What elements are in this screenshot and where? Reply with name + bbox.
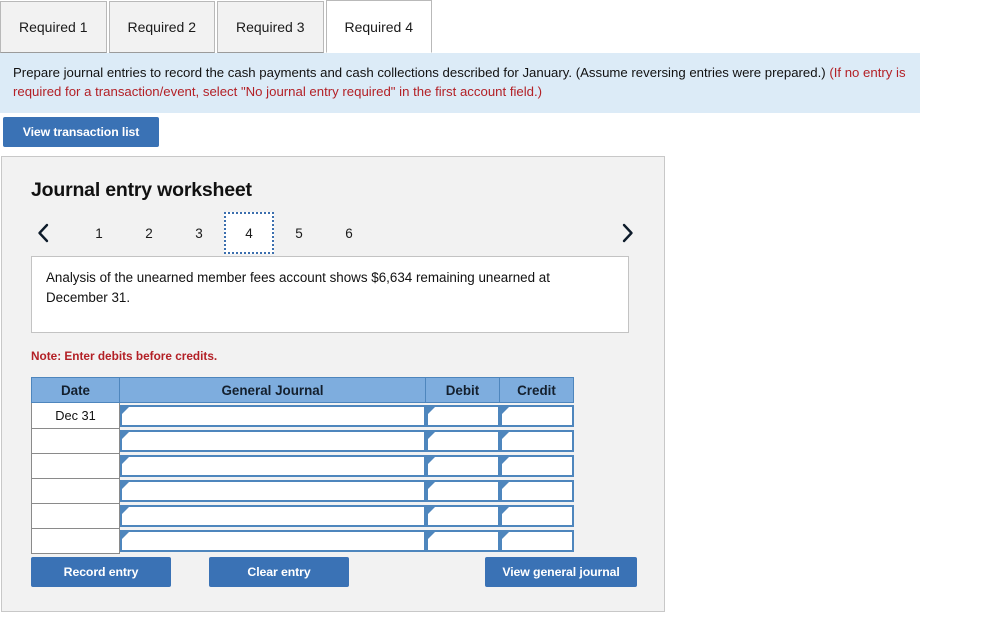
table-row (31, 477, 574, 504)
cell-general-journal (119, 453, 426, 478)
tab-label: Required 4 (344, 18, 414, 35)
pager-page-label: 4 (245, 225, 253, 241)
cell-general-journal (119, 478, 426, 503)
table-row (31, 527, 574, 554)
tab-required-1[interactable]: Required 1 (0, 1, 107, 53)
pager-page-3[interactable]: 3 (174, 212, 224, 254)
cell-date (31, 427, 120, 454)
journal-entry-table: Date General Journal Debit Credit Dec 31 (31, 377, 574, 554)
tab-label: Required 2 (127, 19, 197, 35)
pager-page-label: 5 (295, 225, 303, 241)
cell-general-journal (119, 402, 426, 428)
debit-field[interactable] (425, 429, 500, 452)
account-field[interactable] (120, 429, 426, 452)
view-transaction-list-button[interactable]: View transaction list (3, 117, 159, 147)
table-row (31, 427, 574, 454)
tab-label: Required 3 (236, 19, 305, 35)
account-field[interactable] (120, 454, 426, 477)
pager-page-2[interactable]: 2 (124, 212, 174, 254)
cell-credit (499, 528, 574, 553)
instruction-banner: Prepare journal entries to record the ca… (0, 53, 920, 113)
cell-date (31, 527, 120, 554)
tab-label: Required 1 (19, 19, 88, 35)
credit-field[interactable] (499, 454, 574, 477)
table-row (31, 502, 574, 529)
table-row: Dec 31 (31, 402, 574, 429)
account-field[interactable] (120, 504, 426, 527)
account-field[interactable] (120, 479, 426, 502)
credit-field[interactable] (499, 504, 574, 527)
chevron-left-icon[interactable] (30, 216, 56, 250)
record-entry-button[interactable]: Record entry (31, 557, 171, 587)
chevron-right-icon[interactable] (614, 216, 640, 250)
pager-page-6[interactable]: 6 (324, 212, 374, 254)
pager-page-label: 6 (345, 225, 353, 241)
pager-page-label: 3 (195, 225, 203, 241)
pager-page-4[interactable]: 4 (224, 212, 274, 254)
transaction-description-box: Analysis of the unearned member fees acc… (31, 256, 629, 333)
cell-date: Dec 31 (31, 402, 120, 429)
cell-debit (425, 402, 500, 428)
pager-page-5[interactable]: 5 (274, 212, 324, 254)
view-general-journal-button[interactable]: View general journal (485, 557, 637, 587)
cell-debit (425, 453, 500, 478)
tab-required-3[interactable]: Required 3 (217, 1, 324, 53)
cell-debit (425, 428, 500, 453)
tab-required-4[interactable]: Required 4 (325, 0, 432, 53)
debits-before-credits-note: Note: Enter debits before credits. (31, 349, 218, 363)
cell-general-journal (119, 503, 426, 528)
pager-page-list: 1 2 3 4 5 6 (74, 212, 374, 254)
instruction-main-text: Prepare journal entries to record the ca… (13, 65, 830, 80)
pager-page-label: 2 (145, 225, 153, 241)
cell-credit (499, 453, 574, 478)
debit-field[interactable] (425, 529, 500, 552)
table-body: Dec 31 (31, 402, 574, 554)
cell-debit (425, 478, 500, 503)
journal-entry-worksheet-panel: Journal entry worksheet 1 2 3 4 5 6 Anal… (1, 156, 665, 612)
worksheet-title: Journal entry worksheet (31, 179, 252, 201)
cell-debit (425, 528, 500, 553)
cell-credit (499, 428, 574, 453)
pager-page-label: 1 (95, 225, 103, 241)
column-header-general-journal: General Journal (119, 377, 426, 403)
column-header-date: Date (31, 377, 120, 403)
account-field[interactable] (120, 529, 426, 552)
credit-field[interactable] (499, 404, 574, 427)
worksheet-pager: 1 2 3 4 5 6 (22, 212, 642, 254)
cell-credit (499, 402, 574, 428)
debit-field[interactable] (425, 404, 500, 427)
cell-credit (499, 503, 574, 528)
debit-field[interactable] (425, 479, 500, 502)
cell-date (31, 452, 120, 479)
credit-field[interactable] (499, 429, 574, 452)
debit-field[interactable] (425, 454, 500, 477)
column-header-debit: Debit (425, 377, 500, 403)
clear-entry-button[interactable]: Clear entry (209, 557, 349, 587)
tab-required-2[interactable]: Required 2 (108, 1, 215, 53)
cell-date (31, 477, 120, 504)
credit-field[interactable] (499, 529, 574, 552)
column-header-credit: Credit (499, 377, 574, 403)
cell-general-journal (119, 428, 426, 453)
credit-field[interactable] (499, 479, 574, 502)
pager-page-1[interactable]: 1 (74, 212, 124, 254)
cell-credit (499, 478, 574, 503)
journal-entry-page: Required 1 Required 2 Required 3 Require… (0, 0, 1000, 623)
required-tabs: Required 1 Required 2 Required 3 Require… (0, 0, 920, 53)
account-field[interactable] (120, 404, 426, 427)
cell-date (31, 502, 120, 529)
table-header-row: Date General Journal Debit Credit (31, 377, 574, 403)
cell-general-journal (119, 528, 426, 553)
debit-field[interactable] (425, 504, 500, 527)
cell-debit (425, 503, 500, 528)
table-row (31, 452, 574, 479)
